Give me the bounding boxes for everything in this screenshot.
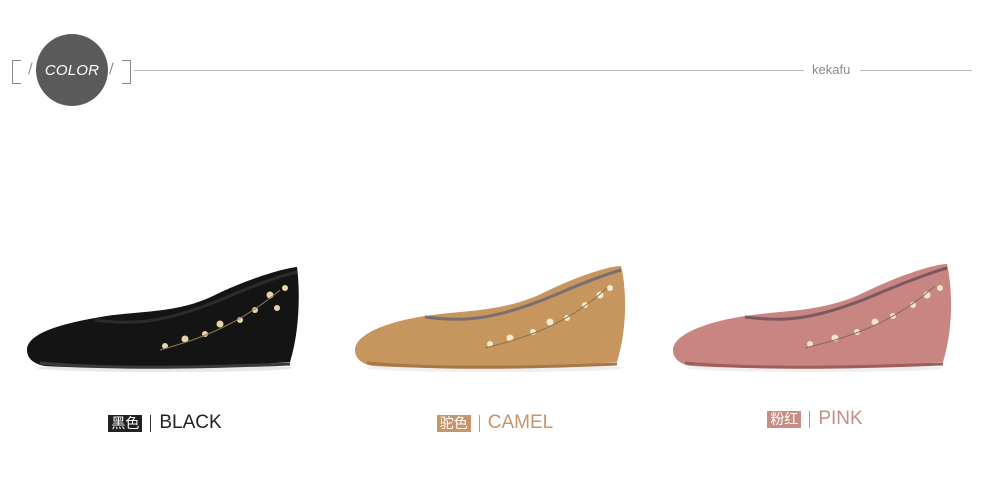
caption-black: 黑色 BLACK — [15, 412, 315, 434]
color-name-en: CAMEL — [487, 412, 554, 433]
divider-line — [134, 70, 804, 71]
product-pink[interactable]: 粉红 PINK — [665, 250, 965, 450]
separator — [150, 414, 152, 432]
color-tag-cn: 驼色 — [436, 414, 471, 432]
color-tag-cn: 黑色 — [108, 414, 143, 432]
shoe-image-black — [27, 267, 299, 372]
product-black[interactable]: 黑色 BLACK — [15, 250, 315, 450]
slash-right: / — [109, 61, 114, 77]
color-label: COLOR — [44, 61, 100, 79]
color-tag-cn: 粉红 — [767, 410, 802, 428]
product-camel[interactable]: 驼色 CAMEL — [345, 250, 645, 450]
color-badge: COLOR — [36, 34, 108, 106]
brand-name: kekafu — [812, 62, 851, 77]
right-bracket — [122, 60, 131, 84]
slash-left: / — [28, 61, 33, 77]
color-name-en: PINK — [818, 408, 863, 429]
left-bracket — [12, 60, 21, 84]
shoe-image-camel — [355, 266, 626, 372]
divider-line-end — [860, 70, 972, 71]
caption-camel: 驼色 CAMEL — [345, 412, 645, 434]
separator — [809, 410, 811, 428]
separator — [478, 414, 480, 432]
shoe-image-pink — [673, 264, 952, 372]
caption-pink: 粉红 PINK — [665, 408, 965, 430]
color-name-en: BLACK — [159, 412, 222, 433]
header: / COLOR / kekafu — [0, 0, 990, 120]
